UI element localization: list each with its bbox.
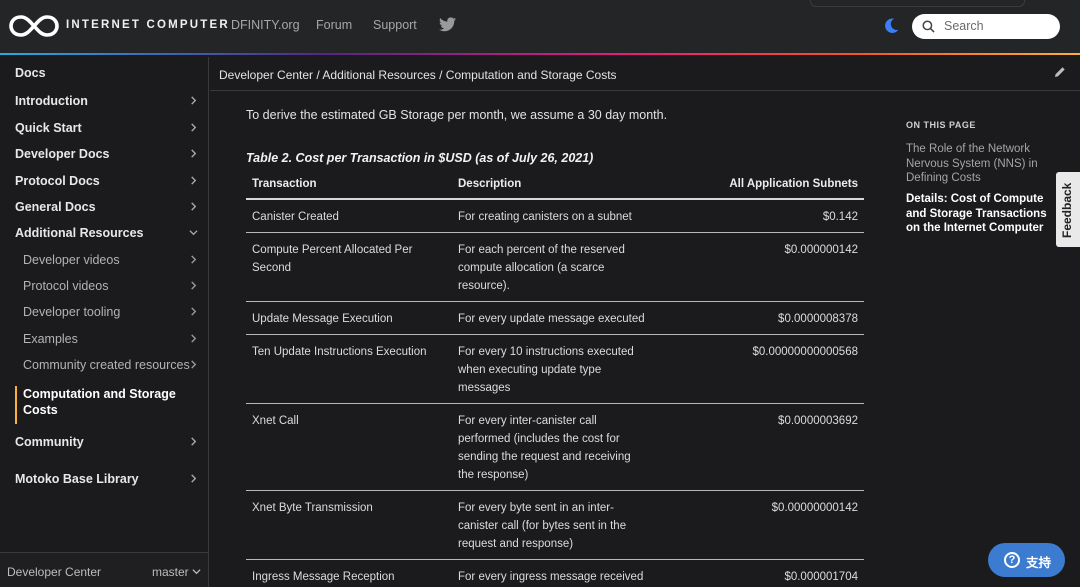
search-box[interactable]: Search	[912, 14, 1060, 39]
chevron-right-icon	[191, 176, 197, 185]
header-description: Description	[452, 169, 654, 200]
feedback-tab[interactable]: Feedback	[1056, 172, 1080, 247]
nav-link-dfinity[interactable]: DFINITY.org	[231, 18, 300, 32]
table-header-row: Transaction Description All Application …	[246, 169, 864, 200]
cell-cost: $0.0000003692	[654, 403, 864, 491]
edit-pencil-icon[interactable]	[1053, 65, 1067, 79]
version-dropdown[interactable]: master	[152, 565, 189, 579]
sidebar-subitem-developer-tooling[interactable]: Developer tooling	[23, 305, 200, 319]
sidebar-subitem-community-created-resources[interactable]: Community created resources	[23, 358, 200, 372]
twitter-icon[interactable]	[439, 17, 456, 32]
sidebar-item-motoko-base-library[interactable]: Motoko Base Library	[15, 472, 200, 486]
sidebar-subitem-protocol-videos[interactable]: Protocol videos	[23, 279, 200, 293]
sidebar-item-community[interactable]: Community	[15, 435, 200, 449]
chevron-right-icon	[191, 123, 197, 132]
cell-transaction: Xnet Byte Transmission	[246, 490, 452, 560]
cell-description: For every 10 instructions executed when …	[452, 334, 654, 404]
nav-link-support[interactable]: Support	[373, 18, 417, 32]
sidebar-item-introduction[interactable]: Introduction	[15, 94, 200, 108]
help-question-icon: ?	[1004, 552, 1020, 568]
internet-computer-logo-icon[interactable]	[8, 13, 60, 39]
cell-transaction: Ingress Message Reception	[246, 559, 452, 587]
breadcrumb-text[interactable]: Developer Center / Additional Resources …	[219, 68, 617, 82]
cost-table: Transaction Description All Application …	[246, 169, 864, 587]
cell-description: For every inter-canister call performed …	[452, 403, 654, 491]
cell-transaction: Canister Created	[246, 199, 452, 233]
sidebar-subitem-developer-videos[interactable]: Developer videos	[23, 253, 200, 267]
feedback-label: Feedback	[1060, 182, 1074, 238]
table-row: Update Message Execution For every updat…	[246, 301, 864, 335]
table-caption: Table 2. Cost per Transaction in $USD (a…	[246, 151, 594, 165]
toc-link-details-cost[interactable]: Details: Cost of Compute and Storage Tra…	[906, 192, 1058, 236]
chevron-down-icon	[189, 230, 198, 236]
search-icon	[922, 20, 935, 33]
table-row: Ten Update Instructions Execution For ev…	[246, 334, 864, 404]
sidebar-subitem-computation-storage-costs[interactable]: Computation and Storage Costs	[15, 386, 200, 424]
gradient-divider	[0, 53, 1080, 55]
support-label: 支持	[1026, 556, 1052, 570]
sidebar-item-quick-start[interactable]: Quick Start	[15, 121, 200, 135]
search-placeholder[interactable]: Search	[944, 19, 984, 33]
cell-transaction: Xnet Call	[246, 403, 452, 491]
cell-description: For every ingress message received	[452, 559, 654, 587]
dark-mode-moon-icon[interactable]	[883, 17, 900, 34]
sidebar-item-protocol-docs[interactable]: Protocol Docs	[15, 174, 200, 188]
cell-cost: $0.142	[654, 199, 864, 233]
intro-paragraph: To derive the estimated GB Storage per m…	[246, 108, 668, 122]
table-row: Xnet Byte Transmission For every byte se…	[246, 490, 864, 560]
chevron-right-icon	[191, 360, 197, 369]
chevron-right-icon	[191, 149, 197, 158]
cell-transaction: Compute Percent Allocated Per Second	[246, 232, 452, 302]
sidebar-subitem-examples[interactable]: Examples	[23, 332, 200, 346]
sidebar-item-additional-resources[interactable]: Additional Resources	[15, 226, 200, 240]
sidebar-item-docs[interactable]: Docs	[15, 66, 200, 80]
toc-link-nns-role[interactable]: The Role of the Network Nervous System (…	[906, 142, 1056, 186]
cell-transaction: Update Message Execution	[246, 301, 452, 335]
table-row: Xnet Call For every inter-canister call …	[246, 403, 864, 491]
chevron-right-icon	[191, 307, 197, 316]
cell-cost: $0.0000008378	[654, 301, 864, 335]
top-navbar: INTERNET COMPUTER DFINITY.org Forum Supp…	[0, 0, 1080, 55]
chevron-right-icon	[191, 96, 197, 105]
chevron-right-icon	[191, 255, 197, 264]
chevron-right-icon	[191, 474, 197, 483]
support-button[interactable]: ? 支持	[988, 543, 1065, 577]
cell-description: For every byte sent in an inter-canister…	[452, 490, 654, 560]
cell-description: For creating canisters on a subnet	[452, 199, 654, 233]
breadcrumb: Developer Center / Additional Resources …	[210, 57, 1080, 91]
cell-description: For each percent of the reserved compute…	[452, 232, 654, 302]
cell-cost: $0.000001704	[654, 559, 864, 587]
cell-cost: $0.00000000000568	[654, 334, 864, 404]
nav-link-forum[interactable]: Forum	[316, 18, 352, 32]
header-transaction: Transaction	[246, 169, 452, 200]
cell-description: For every update message executed	[452, 301, 654, 335]
chevron-right-icon	[191, 281, 197, 290]
chevron-down-icon[interactable]	[192, 567, 201, 576]
sidebar-footer: Developer Center master	[0, 552, 208, 587]
table-row: Canister Created For creating canisters …	[246, 199, 864, 233]
cell-transaction: Ten Update Instructions Execution	[246, 334, 452, 404]
table-row: Compute Percent Allocated Per Second For…	[246, 232, 864, 302]
chevron-right-icon	[191, 202, 197, 211]
cell-cost: $0.000000142	[654, 232, 864, 302]
sidebar-item-general-docs[interactable]: General Docs	[15, 200, 200, 214]
chevron-right-icon	[191, 334, 197, 343]
cell-cost: $0.00000000142	[654, 490, 864, 560]
developer-center-link[interactable]: Developer Center	[7, 565, 101, 579]
sidebar: Docs Introduction Quick Start Developer …	[0, 57, 209, 587]
brand-name[interactable]: INTERNET COMPUTER	[66, 19, 230, 31]
header-all-application-subnets: All Application Subnets	[654, 169, 864, 200]
top-box-outline	[810, 0, 1025, 7]
table-row: Ingress Message Reception For every ingr…	[246, 559, 864, 587]
chevron-right-icon	[191, 437, 197, 446]
sidebar-item-developer-docs[interactable]: Developer Docs	[15, 147, 200, 161]
toc-heading: ON THIS PAGE	[906, 120, 976, 130]
